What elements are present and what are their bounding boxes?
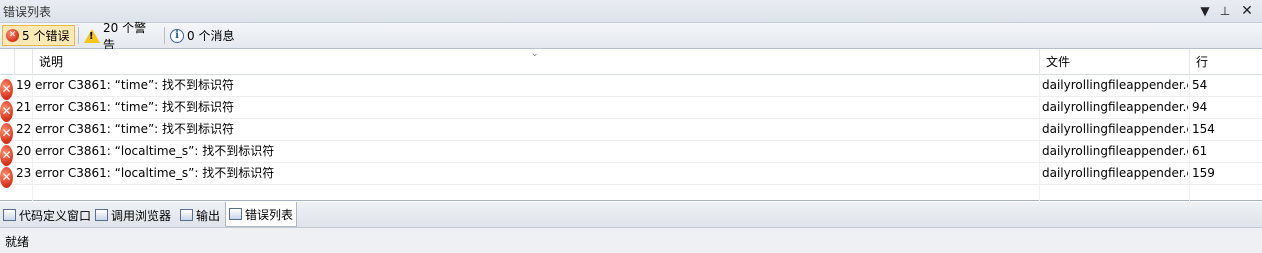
row-line: 94 — [1192, 100, 1208, 114]
row-number: 19 — [16, 78, 32, 92]
toolbar-separator — [78, 27, 79, 44]
row-file: dailyrollingfileappender.c — [1042, 144, 1188, 158]
tab-call-browser[interactable]: 调用浏览器 — [92, 204, 174, 226]
window-title: 错误列表 — [3, 5, 52, 19]
row-line: 154 — [1192, 122, 1215, 136]
output-icon — [180, 209, 193, 221]
error-icon: ✕ — [6, 29, 19, 42]
row-file: dailyrollingfileappender.c — [1042, 122, 1188, 136]
tab-output[interactable]: 输出 — [177, 204, 223, 226]
errors-filter-button[interactable]: ✕ 5 个错误 — [2, 25, 75, 46]
error-list-icon — [229, 208, 242, 220]
close-icon[interactable]: ✕ — [1238, 2, 1256, 20]
row-description: error C3861: “time”: 找不到标识符 — [35, 100, 235, 114]
status-text: 就绪 — [5, 235, 30, 249]
error-grid: 说明 ⌄ 文件 行 ✕ 19 error C3861: “time”: 找不到标… — [0, 49, 1262, 201]
row-description: error C3861: “time”: 找不到标识符 — [35, 78, 235, 92]
warnings-filter-button[interactable]: ! 20 个警告 — [81, 21, 161, 52]
tab-label: 调用浏览器 — [111, 208, 172, 223]
dropdown-icon[interactable]: ▼ — [1196, 2, 1214, 20]
sort-arrow-icon: ⌄ — [531, 49, 539, 59]
toolbar-separator — [164, 27, 165, 44]
row-description: error C3861: “time”: 找不到标识符 — [35, 122, 235, 136]
tab-code-definition[interactable]: 代码定义窗口 — [0, 204, 94, 226]
row-description: error C3861: “localtime_s”: 找不到标识符 — [35, 166, 275, 180]
table-row[interactable]: ✕ 20 error C3861: “localtime_s”: 找不到标识符 … — [0, 141, 1262, 166]
column-divider — [1039, 49, 1040, 75]
table-row[interactable]: ✕ 19 error C3861: “time”: 找不到标识符 dailyro… — [0, 75, 1262, 100]
row-number: 22 — [16, 122, 32, 136]
code-definition-icon — [3, 209, 16, 221]
row-line: 159 — [1192, 166, 1215, 180]
info-icon: i — [170, 28, 184, 43]
row-number: 20 — [16, 144, 32, 158]
column-divider — [1189, 49, 1190, 75]
call-browser-icon — [95, 209, 108, 221]
errors-count-label: 5 个错误 — [22, 29, 70, 43]
status-bar: 就绪 — [0, 228, 1262, 253]
messages-count-label: 0 个消息 — [187, 29, 235, 43]
table-row[interactable]: ✕ 22 error C3861: “time”: 找不到标识符 dailyro… — [0, 119, 1262, 144]
error-icon: ✕ — [0, 167, 13, 188]
row-file: dailyrollingfileappender.c — [1042, 78, 1188, 92]
grid-header: 说明 ⌄ 文件 行 — [0, 49, 1262, 75]
row-number: 21 — [16, 100, 32, 114]
table-row[interactable]: ✕ 23 error C3861: “localtime_s”: 找不到标识符 … — [0, 163, 1262, 188]
column-header-file[interactable]: 文件 — [1041, 49, 1189, 75]
bottom-tab-strip: 代码定义窗口 调用浏览器 输出 错误列表 — [0, 202, 1262, 228]
pin-icon[interactable]: ⊥ — [1216, 2, 1234, 20]
toolbar: ✕ 5 个错误 ! 20 个警告 i 0 个消息 — [0, 21, 1262, 52]
warning-icon: ! — [84, 28, 100, 43]
column-divider — [14, 49, 15, 75]
warnings-count-label: 20 个警告 — [103, 20, 147, 52]
title-bar: 错误列表 ▼ ⊥ ✕ — [0, 0, 1262, 23]
tab-label: 输出 — [196, 208, 221, 223]
row-line: 54 — [1192, 78, 1208, 92]
column-divider — [32, 49, 33, 75]
tab-label: 代码定义窗口 — [19, 208, 92, 223]
column-header-line[interactable]: 行 — [1191, 49, 1251, 75]
table-row[interactable]: ✕ 21 error C3861: “time”: 找不到标识符 dailyro… — [0, 97, 1262, 122]
row-line: 61 — [1192, 144, 1208, 158]
row-description: error C3861: “localtime_s”: 找不到标识符 — [35, 144, 275, 158]
messages-filter-button[interactable]: i 0 个消息 — [167, 25, 239, 46]
error-list-window: 错误列表 ▼ ⊥ ✕ ✕ 5 个错误 ! 20 个警告 i 0 个消息 说明 ⌄… — [0, 0, 1262, 253]
row-number: 23 — [16, 166, 32, 180]
tab-label: 错误列表 — [245, 207, 294, 222]
tab-error-list[interactable]: 错误列表 — [225, 202, 298, 227]
row-file: dailyrollingfileappender.c — [1042, 100, 1188, 114]
row-file: dailyrollingfileappender.c — [1042, 166, 1188, 180]
